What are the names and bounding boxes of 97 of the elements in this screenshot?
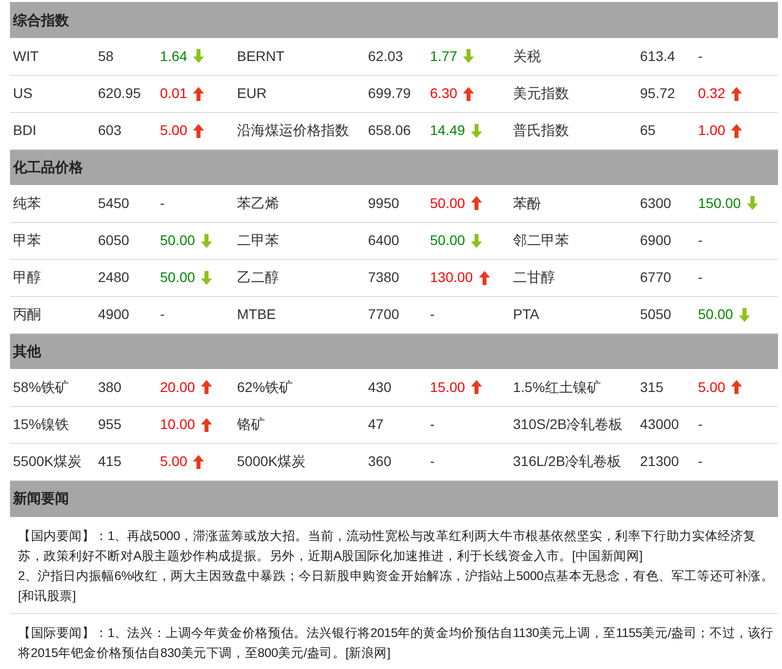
- change-value: 6.30: [430, 84, 458, 103]
- change-value: 5.00: [698, 378, 726, 397]
- change-value: 150.00: [698, 194, 741, 213]
- change-value: -: [698, 231, 703, 250]
- item-name: 5500K煤炭: [13, 453, 82, 469]
- item-name: EUR: [237, 85, 267, 101]
- item-value: 699.79: [368, 85, 411, 101]
- news-text: 【国内要闻】：1、再战5000，滞涨蓝筹或放大招。当前，流动性宽松与改革红利两大牛市根基依然坚实，利率下行助力实体经济复苏，政策利好不断对A股主题炒作构成提振。另外，近期A股国际化加速推进，利于长线资金入市。[中国新闻网]: [18, 528, 758, 565]
- news-text: 【国际要闻】：1、法兴：上调今年黄金价格预估。法兴银行将2015年的黄金均价预估自1130美元上调，至1155美元/盎司；不过，该行将2015年钯金价格预估自830美元下调，至800美元/盎司。[新浪网]: [18, 624, 774, 662]
- item-name: 甲醇: [13, 269, 41, 285]
- change-value: 10.00: [160, 415, 196, 434]
- item-value: 6900: [640, 232, 672, 248]
- change-value: -: [430, 305, 435, 324]
- item-name: 乙二醇: [237, 269, 279, 285]
- item-name: 普氏指数: [513, 122, 569, 138]
- item-value: 955: [98, 416, 122, 432]
- item-value: 430: [368, 378, 392, 395]
- item-name: 1.5%红土镍矿: [513, 378, 601, 395]
- item-value: 415: [98, 453, 122, 469]
- item-name: MTBE: [237, 306, 276, 322]
- item-name: BERNT: [237, 48, 284, 64]
- change-value: -: [430, 415, 435, 434]
- item-value: 58: [98, 48, 114, 64]
- change-value: 50.00: [430, 194, 466, 213]
- change-value: 50.00: [160, 268, 196, 287]
- change-value: -: [698, 452, 703, 471]
- change-value: 1.00: [698, 121, 726, 140]
- item-value: 21300: [640, 453, 679, 469]
- item-name: 铬矿: [237, 416, 265, 432]
- section-title: 其他: [13, 342, 41, 359]
- change-value: 50.00: [698, 305, 734, 324]
- item-name: 62%铁矿: [237, 378, 294, 395]
- change-value: 0.32: [698, 84, 726, 103]
- item-name: 苯酚: [513, 194, 541, 211]
- item-value: 6400: [368, 232, 400, 248]
- item-name: PTA: [513, 306, 540, 322]
- item-value: 613.4: [640, 48, 676, 64]
- item-name: 美元指数: [513, 85, 569, 101]
- item-value: 47: [368, 416, 384, 432]
- change-value: 20.00: [160, 378, 196, 397]
- item-value: 7700: [368, 306, 400, 322]
- item-name: 二甲苯: [237, 232, 279, 248]
- item-name: 沿海煤运价格指数: [237, 122, 349, 138]
- change-value: 50.00: [430, 231, 466, 250]
- item-name: 二甘醇: [513, 269, 555, 285]
- item-value: 9950: [368, 194, 400, 211]
- news-text: 2、沪指日内振幅6%收红，两大主因致盘中暴跌；今日新股申购资金开始解冻，沪指站上5000点基本无悬念，有色、军工等还可补涨。[和讯股票]: [18, 568, 774, 605]
- section-title: 化工品价格: [13, 158, 83, 175]
- item-value: 2480: [98, 269, 130, 285]
- item-name: 58%铁矿: [13, 378, 70, 395]
- item-name: BDI: [13, 122, 36, 138]
- change-value: -: [160, 305, 165, 324]
- item-value: 5050: [640, 306, 672, 322]
- change-value: 5.00: [160, 121, 188, 140]
- change-value: -: [698, 268, 703, 287]
- item-value: 7380: [368, 269, 400, 285]
- item-name: 丙酮: [13, 306, 41, 322]
- section-title: 综合指数: [13, 12, 69, 28]
- change-value: 130.00: [430, 268, 473, 287]
- item-value: 360: [368, 453, 392, 469]
- item-value: 43000: [640, 416, 679, 432]
- change-value: 14.49: [430, 121, 466, 140]
- item-value: 620.95: [98, 85, 141, 101]
- change-value: 1.64: [160, 46, 188, 66]
- item-name: US: [13, 85, 32, 101]
- item-value: 5450: [98, 194, 130, 211]
- change-value: 1.77: [430, 46, 458, 66]
- item-value: 6300: [640, 194, 672, 211]
- item-name: 纯苯: [13, 194, 41, 211]
- item-value: 4900: [98, 306, 130, 322]
- change-value: 15.00: [430, 378, 466, 397]
- change-value: 5.00: [160, 452, 188, 471]
- item-name: 关税: [513, 48, 541, 64]
- item-value: 62.03: [368, 48, 404, 64]
- item-name: WIT: [13, 48, 39, 64]
- item-value: 603: [98, 122, 122, 138]
- change-value: -: [430, 452, 435, 471]
- item-name: 316L/2B冷轧卷板: [513, 453, 622, 469]
- change-value: -: [160, 194, 165, 213]
- item-value: 315: [640, 378, 664, 395]
- change-value: -: [698, 415, 703, 434]
- item-name: 310S/2B冷轧卷板: [513, 416, 623, 432]
- item-name: 15%镍铁: [13, 416, 70, 432]
- item-value: 6050: [98, 232, 130, 248]
- change-value: -: [698, 46, 703, 66]
- item-name: 5000K煤炭: [237, 453, 306, 469]
- section-title: 新闻要闻: [13, 490, 69, 506]
- change-value: 50.00: [160, 231, 196, 250]
- change-value: 0.01: [160, 84, 188, 103]
- item-name: 苯乙烯: [237, 194, 279, 211]
- item-value: 380: [98, 378, 122, 395]
- item-name: 邻二甲苯: [513, 232, 569, 248]
- item-name: 甲苯: [13, 232, 41, 248]
- item-value: 658.06: [368, 122, 411, 138]
- item-value: 6770: [640, 269, 672, 285]
- item-value: 95.72: [640, 85, 676, 101]
- item-value: 65: [640, 122, 656, 138]
